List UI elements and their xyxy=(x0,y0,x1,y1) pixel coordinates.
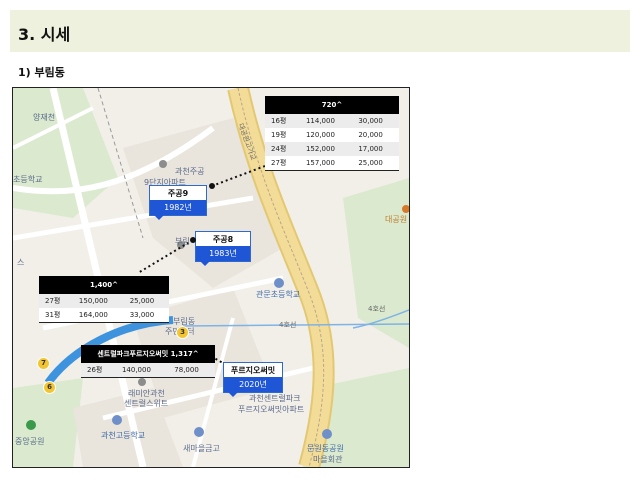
tag-jugong9[interactable]: 주공9 1982년 xyxy=(149,185,207,220)
tag-year: 1982년 xyxy=(150,200,206,215)
tag-prugio-summit[interactable]: 푸르지오써밋 2020년 xyxy=(223,362,283,397)
route-badge-6: 6 xyxy=(43,381,56,394)
route-badge-7: 7 xyxy=(37,357,50,370)
table-cell: 17,000 xyxy=(352,142,399,156)
section-header: 3. 시세 xyxy=(10,10,630,52)
table-cell: 25,000 xyxy=(352,156,399,171)
table-row: 24평 152,000 17,000 xyxy=(265,142,399,156)
table-cell: 24평 xyxy=(265,142,300,156)
poi-burim-small: 부림 xyxy=(175,237,190,246)
bank-icon xyxy=(194,427,204,437)
marker-jugong9[interactable] xyxy=(209,183,215,189)
table-cell: 164,000 xyxy=(72,308,124,323)
road-label-line4-b: 4호선 xyxy=(368,305,386,313)
poi-su: 스 xyxy=(17,258,25,267)
table-row: 16평 114,000 30,000 xyxy=(265,114,399,128)
table-cell: 152,000 xyxy=(299,142,353,156)
price-table-header: 1,400^ xyxy=(39,276,169,294)
section-title: 3. 시세 xyxy=(18,25,71,44)
poi-daegongwon: 대공원 xyxy=(385,215,408,224)
poi-gwacheon-jugong9: 과천주공 xyxy=(175,167,205,176)
poi-elementary-school-left: 초등학교 xyxy=(13,175,43,184)
poi-prugio-summit-apt: 푸르지오써밋아파트 xyxy=(238,405,305,414)
table-row: 19평 120,000 20,000 xyxy=(265,128,399,142)
building-icon-jugong9 xyxy=(159,160,167,168)
map-view[interactable]: 양재천 초등학교 과천주공 9단지아파트 대공원 관문초등학교 부림 스 부림동… xyxy=(12,87,410,468)
school-icon-highschool xyxy=(112,415,122,425)
tag-name: 주공9 xyxy=(167,189,189,198)
table-row: 26평 140,000 78,000 xyxy=(81,363,215,378)
price-table-header: 720^ xyxy=(265,96,399,114)
price-table-central-park: 센트럴파크푸르지오써밋 1,317^ 26평 140,000 78,000 xyxy=(81,345,215,378)
poi-yangjaecheon: 양재천 xyxy=(33,113,56,122)
school-icon-gwanmun xyxy=(274,278,284,288)
poi-jungang-park: 중앙공원 xyxy=(15,437,45,446)
table-cell: 114,000 xyxy=(299,114,353,128)
poi-gwacheon-highschool: 과천고등학교 xyxy=(101,431,146,440)
table-cell: 20,000 xyxy=(358,131,383,139)
building-icon-remian xyxy=(138,378,146,386)
table-cell: 19평 xyxy=(271,131,287,139)
tag-pointer xyxy=(200,261,210,266)
poi-saemaeul-bank: 새마을금고 xyxy=(183,444,220,453)
tag-name: 푸르지오써밋 xyxy=(230,366,276,375)
marker-jugong8[interactable] xyxy=(190,237,196,243)
tag-pointer xyxy=(154,215,164,220)
table-cell: 33,000 xyxy=(123,308,169,323)
price-table-jugong8: 1,400^ 27평 150,000 25,000 31평 164,000 33,000 xyxy=(39,276,169,323)
road-label-line4-a: 4호선 xyxy=(279,321,297,329)
table-row: 27평 157,000 25,000 xyxy=(265,156,399,171)
tag-year: 1983년 xyxy=(196,246,250,261)
table-cell: 30,000 xyxy=(352,114,399,128)
table-cell: 26평 xyxy=(81,363,116,378)
table-row: 31평 164,000 33,000 xyxy=(39,308,169,323)
table-cell: 157,000 xyxy=(299,156,353,171)
poi-central-park: 과천센트럴파크 xyxy=(249,394,301,403)
table-cell: 31평 xyxy=(39,308,73,323)
tag-pointer xyxy=(228,392,238,397)
tag-name: 주공8 xyxy=(212,235,234,244)
table-cell: 150,000 xyxy=(72,294,124,308)
table-cell: 16평 xyxy=(265,114,300,128)
table-cell: 140,000 xyxy=(115,363,169,378)
poi-remian-central-suite: 센트럴스위트 xyxy=(124,399,169,408)
subsection-title: 1) 부림동 xyxy=(18,66,65,79)
table-cell: 27평 xyxy=(39,294,73,308)
park-icon-munwon xyxy=(322,429,332,439)
tag-year: 2020년 xyxy=(224,377,282,392)
park-icon-jungang xyxy=(26,420,36,430)
table-cell: 25,000 xyxy=(123,294,169,308)
tag-jugong8[interactable]: 주공8 1983년 xyxy=(195,231,251,266)
poi-village-hall: 마을회관 xyxy=(313,455,343,464)
table-cell: 78,000 xyxy=(168,363,215,378)
poi-munwon-park: 문원동공원 xyxy=(307,444,344,453)
poi-gwanmun-school: 관문초등학교 xyxy=(256,290,301,299)
price-table-header: 센트럴파크푸르지오써밋 1,317^ xyxy=(81,345,215,363)
table-cell: 120,000 xyxy=(305,131,335,139)
table-row: 27평 150,000 25,000 xyxy=(39,294,169,308)
table-cell: 27평 xyxy=(265,156,300,171)
route-badge-3: 3 xyxy=(176,326,189,339)
price-table-jugong9: 720^ 16평 114,000 30,000 19평 120,000 20,000 2… xyxy=(265,96,399,171)
